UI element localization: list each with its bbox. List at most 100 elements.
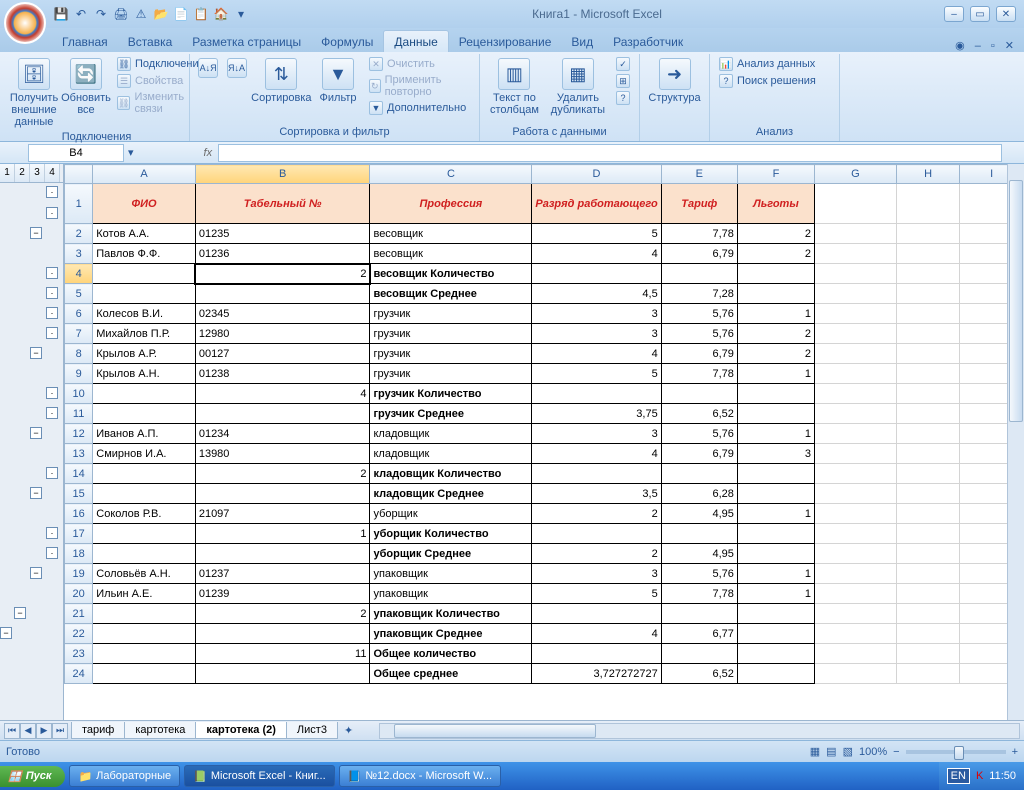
cell[interactable]: [93, 404, 196, 424]
cell[interactable]: [815, 544, 897, 564]
cell[interactable]: 1: [737, 424, 814, 444]
cell[interactable]: [661, 604, 737, 624]
row-header[interactable]: 15: [65, 484, 93, 504]
cell[interactable]: 4: [532, 444, 661, 464]
cell[interactable]: [815, 304, 897, 324]
cell[interactable]: [737, 404, 814, 424]
cell[interactable]: [815, 664, 897, 684]
qat-button[interactable]: ⚠: [132, 5, 150, 23]
cell[interactable]: [896, 404, 960, 424]
cell[interactable]: 7,28: [661, 284, 737, 304]
cell[interactable]: [532, 644, 661, 664]
cell[interactable]: грузчик: [370, 344, 532, 364]
cell[interactable]: [896, 564, 960, 584]
cell[interactable]: 3: [532, 324, 661, 344]
cell[interactable]: [195, 664, 370, 684]
cell[interactable]: [661, 524, 737, 544]
cell[interactable]: [93, 464, 196, 484]
row-header[interactable]: 5: [65, 284, 93, 304]
row-header[interactable]: 7: [65, 324, 93, 344]
cell[interactable]: [195, 484, 370, 504]
doc-restore-button[interactable]: ▫: [991, 40, 995, 52]
outline-toggle[interactable]: −: [30, 427, 42, 439]
cell[interactable]: [195, 624, 370, 644]
cell[interactable]: уборщик Количество: [370, 524, 532, 544]
cell[interactable]: 1: [737, 304, 814, 324]
clear-filter-button[interactable]: ✕Очистить: [366, 56, 473, 72]
cell[interactable]: [737, 284, 814, 304]
cell[interactable]: 01237: [195, 564, 370, 584]
cell[interactable]: 1: [195, 524, 370, 544]
outline-toggle[interactable]: ·: [46, 287, 58, 299]
cell[interactable]: 2: [737, 324, 814, 344]
cell[interactable]: 2: [195, 464, 370, 484]
cell[interactable]: [896, 524, 960, 544]
cell[interactable]: 6,79: [661, 344, 737, 364]
cell[interactable]: [532, 524, 661, 544]
cell[interactable]: [896, 304, 960, 324]
cell[interactable]: [815, 444, 897, 464]
cell[interactable]: 1: [737, 364, 814, 384]
qat-button[interactable]: 📂: [152, 5, 170, 23]
cell[interactable]: [896, 604, 960, 624]
cell[interactable]: 6,28: [661, 484, 737, 504]
cell[interactable]: 1: [737, 564, 814, 584]
row-header[interactable]: 12: [65, 424, 93, 444]
header-cell[interactable]: Профессия: [370, 184, 532, 224]
cell[interactable]: 5: [532, 364, 661, 384]
cell[interactable]: Иванов А.П.: [93, 424, 196, 444]
sheet-tab[interactable]: тариф: [71, 722, 125, 739]
cell[interactable]: [93, 264, 196, 284]
cell[interactable]: 5,76: [661, 564, 737, 584]
outline-toggle[interactable]: −: [0, 627, 12, 639]
cell[interactable]: [93, 624, 196, 644]
cell[interactable]: Смирнов И.А.: [93, 444, 196, 464]
start-button[interactable]: 🪟 Пуск: [0, 766, 65, 787]
cell[interactable]: [815, 424, 897, 444]
cell[interactable]: 00127: [195, 344, 370, 364]
cell[interactable]: [737, 664, 814, 684]
outline-toggle[interactable]: −: [30, 487, 42, 499]
solver-button[interactable]: ?Поиск решения: [716, 73, 819, 89]
cell[interactable]: [896, 464, 960, 484]
cell[interactable]: 3,75: [532, 404, 661, 424]
cell[interactable]: 3,5: [532, 484, 661, 504]
cell[interactable]: весовщик Количество: [370, 264, 532, 284]
cell[interactable]: [737, 644, 814, 664]
cell[interactable]: Общее среднее: [370, 664, 532, 684]
cell[interactable]: грузчик Количество: [370, 384, 532, 404]
cell[interactable]: 11: [195, 644, 370, 664]
column-header[interactable]: E: [661, 165, 737, 184]
cell[interactable]: 6,52: [661, 404, 737, 424]
cell[interactable]: 1: [737, 504, 814, 524]
cell[interactable]: упаковщик Среднее: [370, 624, 532, 644]
row-header[interactable]: 3: [65, 244, 93, 264]
cell[interactable]: [815, 564, 897, 584]
filter-button[interactable]: ▼Фильтр: [314, 56, 362, 106]
cell[interactable]: 5: [532, 584, 661, 604]
row-header[interactable]: 14: [65, 464, 93, 484]
name-box[interactable]: B4: [28, 144, 124, 162]
cell[interactable]: [737, 544, 814, 564]
cell[interactable]: весовщик Среднее: [370, 284, 532, 304]
cell[interactable]: Михайлов П.Р.: [93, 324, 196, 344]
zoom-slider[interactable]: [906, 750, 1006, 754]
outline-toggle[interactable]: ·: [46, 387, 58, 399]
row-header[interactable]: 1: [65, 184, 93, 224]
header-cell[interactable]: Тариф: [661, 184, 737, 224]
help-icon[interactable]: ◉: [955, 39, 965, 52]
zoom-in-button[interactable]: +: [1012, 746, 1018, 758]
row-header[interactable]: 16: [65, 504, 93, 524]
qat-button[interactable]: 📋: [192, 5, 210, 23]
ribbon-tab[interactable]: Вид: [561, 31, 603, 52]
ribbon-tab[interactable]: Рецензирование: [449, 31, 562, 52]
cell[interactable]: [93, 604, 196, 624]
cell[interactable]: 4: [532, 244, 661, 264]
view-layout-icon[interactable]: ▤: [826, 745, 836, 758]
cell[interactable]: 2: [532, 544, 661, 564]
ribbon-tab[interactable]: Разметка страницы: [182, 31, 311, 52]
outline-toggle[interactable]: ·: [46, 327, 58, 339]
column-header[interactable]: C: [370, 165, 532, 184]
cell[interactable]: [195, 284, 370, 304]
cell[interactable]: весовщик: [370, 244, 532, 264]
